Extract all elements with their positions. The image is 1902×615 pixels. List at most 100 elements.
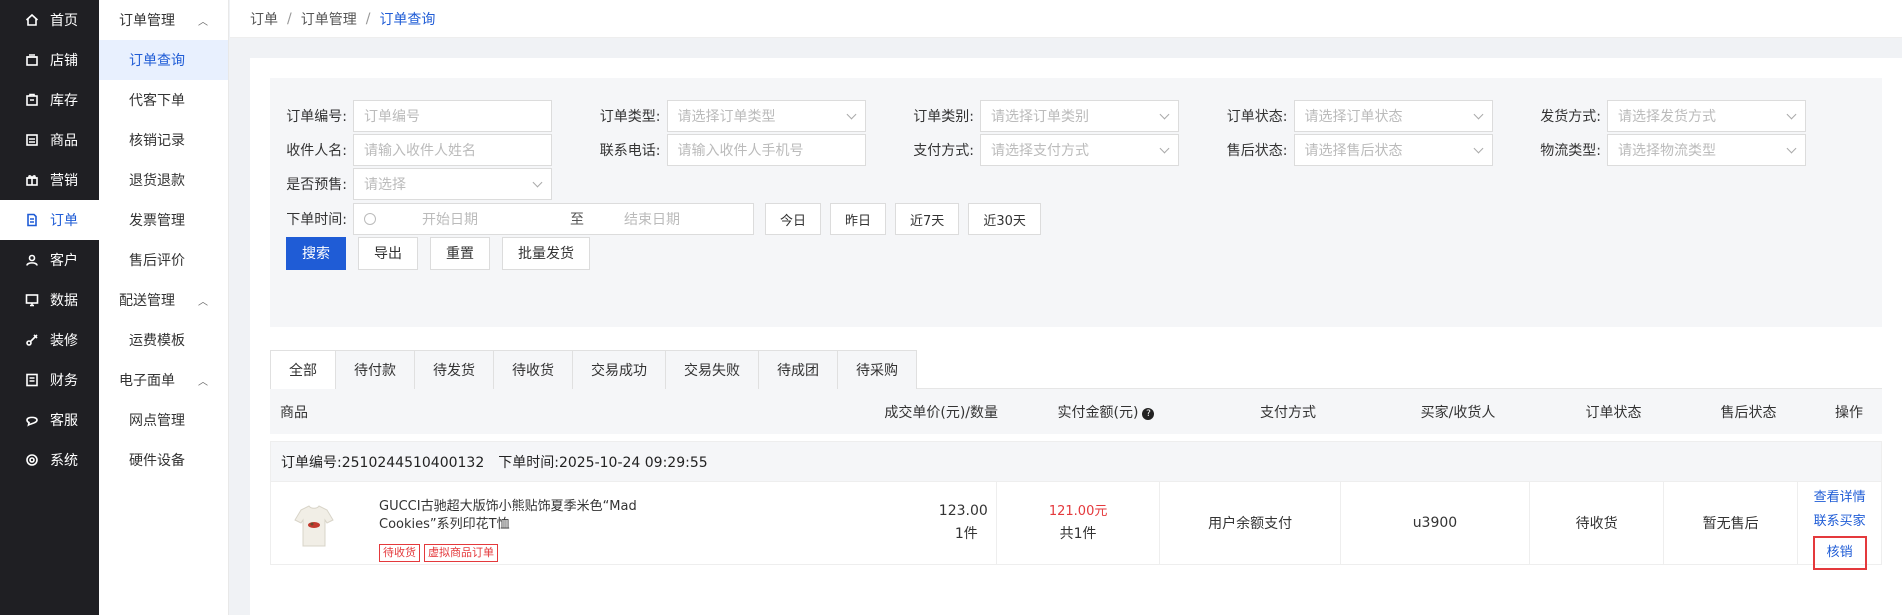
col-pay-method: 支付方式 [1260, 404, 1316, 421]
nav-item-shop[interactable]: 店铺 [0, 40, 99, 80]
order-no-input[interactable]: 订单编号 [353, 100, 552, 132]
subnav-group-order-management[interactable]: 订单管理 ︿ [99, 0, 228, 40]
order-status-cell: 待收货 [1530, 482, 1665, 564]
subnav-item-refunds[interactable]: 退货退款 [99, 160, 228, 200]
nav-item-label: 营销 [50, 173, 78, 189]
filter-label: 是否预售: [286, 177, 347, 193]
nav-item-data[interactable]: 数据 [0, 280, 99, 320]
goods-cell: GUCCI古驰超大版饰小熊贴饰夏季米色“Mad Cookies”系列印花T恤 待… [271, 482, 818, 564]
product-tags: 待收货 虚拟商品订单 [379, 544, 679, 562]
breadcrumb-current: 订单查询 [379, 11, 436, 28]
view-detail-link[interactable]: 查看详情 [1814, 486, 1866, 510]
order-type-select[interactable]: 请选择订单类型 [666, 100, 866, 132]
subnav-item-outlets[interactable]: 网点管理 [99, 400, 228, 440]
product-thumbnail[interactable] [287, 498, 341, 552]
nav-item-inventory[interactable]: 库存 [0, 80, 99, 120]
filter-row: 订单编号: 订单编号 订单类型: 请选择订单类型 订单类别: 请选择订单类别 订… [270, 100, 1838, 132]
chevron-down-icon [1473, 143, 1483, 153]
verify-link[interactable]: 核销 [1812, 536, 1867, 570]
aftersale-status-select[interactable]: 请选择售后状态 [1293, 134, 1493, 166]
select-placeholder: 请选择订单类别 [991, 109, 1089, 125]
filter-actions: 搜索 导出 重置 批量发货 [286, 236, 602, 270]
filter-label: 发货方式: [1540, 109, 1601, 125]
tab-all[interactable]: 全部 [270, 350, 335, 390]
tab-pending-group[interactable]: 待成团 [758, 350, 837, 390]
subnav-group-label: 电子面单 [119, 373, 175, 389]
filter-label: 支付方式: [913, 143, 974, 159]
receiver-input[interactable]: 请输入收件人姓名 [353, 134, 552, 166]
order-status-select[interactable]: 请选择订单状态 [1293, 100, 1493, 132]
nav-item-marketing[interactable]: 营销 [0, 160, 99, 200]
quick-30days-button[interactable]: 近30天 [968, 203, 1041, 235]
main-content: 订单编号: 订单编号 订单类型: 请选择订单类型 订单类别: 请选择订单类别 订… [250, 58, 1902, 615]
subnav-item-freight-template[interactable]: 运费模板 [99, 320, 228, 360]
nav-item-service[interactable]: 客服 [0, 400, 99, 440]
select-placeholder: 请选择订单状态 [1304, 109, 1403, 125]
batch-ship-button[interactable]: 批量发货 [502, 236, 590, 270]
phone-input[interactable]: 请输入收件人手机号 [666, 134, 866, 166]
col-ops: 操作 [1835, 404, 1863, 421]
select-placeholder: 请选择支付方式 [991, 143, 1089, 159]
breadcrumb-order-management[interactable]: 订单管理 [301, 9, 357, 29]
nav-item-customer[interactable]: 客户 [0, 240, 99, 280]
nav-item-label: 订单 [50, 213, 78, 229]
nav-item-system[interactable]: 系统 [0, 440, 99, 480]
nav-item-goods[interactable]: 商品 [0, 120, 99, 160]
subnav-item-reviews[interactable]: 售后评价 [99, 240, 228, 280]
export-button[interactable]: 导出 [358, 236, 418, 270]
select-placeholder: 请选择售后状态 [1304, 143, 1403, 159]
tab-success[interactable]: 交易成功 [572, 350, 665, 390]
quick-yesterday-button[interactable]: 昨日 [830, 203, 887, 235]
pay-method-select[interactable]: 请选择支付方式 [980, 134, 1179, 166]
filter-presale: 是否预售: 请选择 [270, 168, 584, 200]
order-header: 订单编号:2510244510400132 下单时间:2025-10-24 09… [270, 441, 1882, 482]
input-placeholder: 请输入收件人姓名 [364, 143, 476, 159]
filter-order-type: 订单类型: 请选择订单类型 [584, 100, 898, 132]
date-range-separator: 至 [570, 212, 584, 228]
tab-pending-purchase[interactable]: 待采购 [837, 350, 917, 390]
subnav-item-hardware[interactable]: 硬件设备 [99, 440, 228, 480]
col-order-status: 订单状态 [1585, 404, 1642, 421]
date-range-picker[interactable]: 开始日期 至 结束日期 [353, 203, 754, 235]
buyer-name[interactable]: u3900 [1413, 515, 1458, 531]
subnav-group-label: 订单管理 [119, 13, 175, 29]
nav-item-home[interactable]: 首页 [0, 0, 99, 40]
subnav-group-e-waybill[interactable]: 电子面单 ︿ [99, 360, 228, 400]
tab-pending-payment[interactable]: 待付款 [335, 350, 414, 390]
clock-icon [364, 213, 376, 225]
nav-item-finance[interactable]: 财务 [0, 360, 99, 400]
table-header: 商品 成交单价(元)/数量 实付金额(元)? 支付方式 买家/收货人 订单状态 … [270, 389, 1882, 434]
nav-item-label: 数据 [50, 293, 78, 309]
filter-label: 订单编号: [286, 109, 347, 125]
start-date-placeholder: 开始日期 [422, 212, 478, 228]
chevron-down-icon [1159, 143, 1170, 153]
help-icon[interactable]: ? [1142, 407, 1155, 420]
quick-7days-button[interactable]: 近7天 [895, 203, 960, 235]
presale-select[interactable]: 请选择 [353, 168, 552, 200]
quick-today-button[interactable]: 今日 [765, 203, 822, 235]
nav-item-order[interactable]: 订单 [0, 200, 99, 240]
subnav-group-delivery[interactable]: 配送管理 ︿ [99, 280, 228, 320]
subnav-item-order-query[interactable]: 订单查询 [99, 40, 228, 80]
tab-pending-receipt[interactable]: 待收货 [493, 350, 572, 390]
buyer-cell: u3900 [1341, 482, 1531, 564]
order-icon [24, 212, 40, 228]
logistics-type-select[interactable]: 请选择物流类型 [1607, 134, 1806, 166]
filter-label: 订单类型: [599, 109, 661, 125]
ship-method-select[interactable]: 请选择发货方式 [1607, 100, 1806, 132]
order-category-select[interactable]: 请选择订单类别 [980, 100, 1179, 132]
tab-pending-shipment[interactable]: 待发货 [414, 350, 493, 390]
subnav-item-invoices[interactable]: 发票管理 [99, 200, 228, 240]
reset-button[interactable]: 重置 [430, 236, 490, 270]
aftersale-cell: 暂无售后 [1664, 482, 1799, 564]
col-paid: 实付金额(元)? [1006, 402, 1206, 422]
product-name[interactable]: GUCCI古驰超大版饰小熊贴饰夏季米色“Mad Cookies”系列印花T恤 [379, 498, 679, 534]
nav-item-decor[interactable]: 装修 [0, 320, 99, 360]
subnav-item-verify-records[interactable]: 核销记录 [99, 120, 228, 160]
search-button[interactable]: 搜索 [286, 236, 346, 270]
nav-item-label: 商品 [50, 133, 78, 149]
tab-failed[interactable]: 交易失败 [665, 350, 758, 390]
contact-buyer-link[interactable]: 联系买家 [1814, 510, 1866, 534]
subnav-item-proxy-order[interactable]: 代客下单 [99, 80, 228, 120]
breadcrumb-order[interactable]: 订单 [250, 9, 278, 29]
